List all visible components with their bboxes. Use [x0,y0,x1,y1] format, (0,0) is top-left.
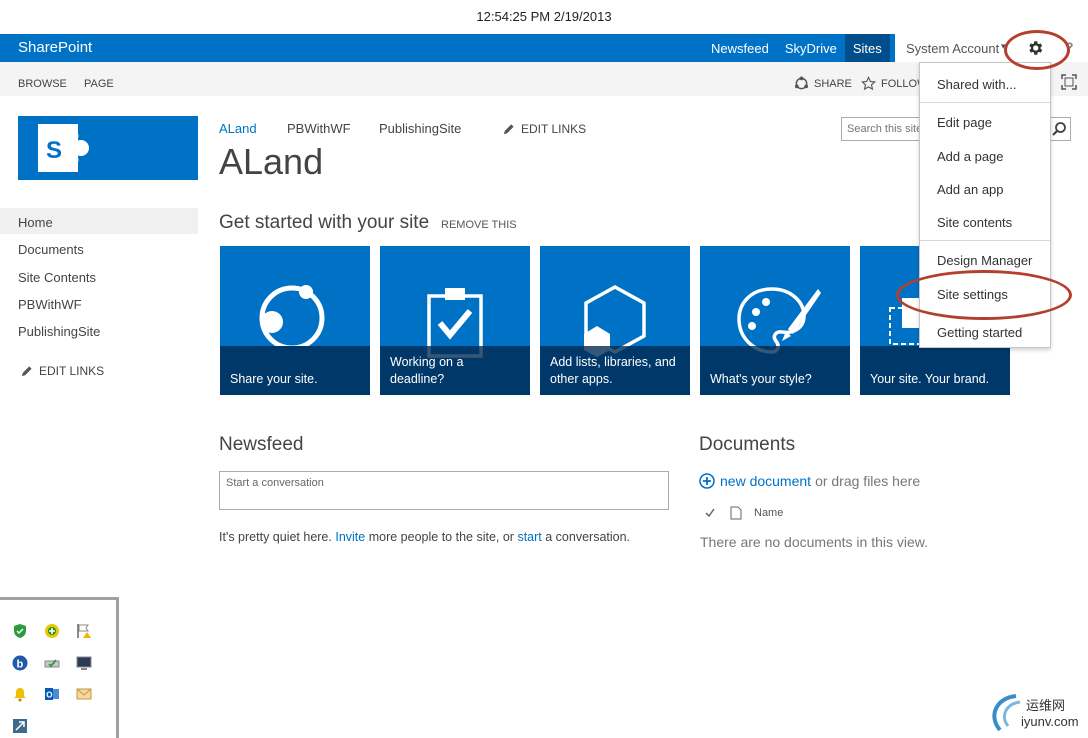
tile-style[interactable]: What's your style? [700,246,850,395]
quiet-text: more people to the site, or [368,530,514,544]
suite-link-sites[interactable]: Sites [844,34,890,62]
newsfeed-heading: Newsfeed [219,434,304,455]
conversation-input[interactable]: Start a conversation [219,471,669,510]
tile-caption: What's your style? [700,346,850,395]
sharepoint-logo-icon: S [38,124,89,172]
name-column-header[interactable]: Name [754,507,783,519]
tab-browse[interactable]: BROWSE [18,78,67,90]
suite-links: Newsfeed SkyDrive Sites [703,34,890,62]
share-button[interactable]: SHARE [794,76,852,91]
document-icon [730,506,742,520]
documents-column-header: Name [704,506,783,520]
edit-links-label: EDIT LINKS [39,364,105,378]
share-icon [259,285,325,346]
menu-separator [920,240,1050,241]
edit-links-label: EDIT LINKS [521,122,587,136]
site-logo[interactable]: S [18,116,198,180]
tile-caption: Your site. Your brand. [860,346,1010,395]
system-tray-panel: b O [0,597,119,738]
invite-link[interactable]: Invite [335,530,365,544]
clipboard-check-icon [427,288,483,358]
check-icon[interactable] [704,507,716,519]
annotation-circle-gear [1004,30,1070,70]
menu-item-site-contents[interactable]: Site contents [937,215,1012,230]
tab-page[interactable]: PAGE [84,78,114,90]
menu-item-add-page[interactable]: Add a page [937,149,1004,164]
menu-item-edit-page[interactable]: Edit page [937,115,992,130]
network-check-icon[interactable] [44,655,60,671]
suite-bar: SharePoint Newsfeed SkyDrive Sites Syste… [0,34,1088,62]
remove-this-link[interactable]: REMOVE THIS [441,219,517,231]
quiet-text: a conversation. [545,530,631,544]
update-icon[interactable] [44,623,60,639]
documents-heading: Documents [699,434,796,455]
hexagon-icon [584,285,646,357]
topnav-item-pbwithwf[interactable]: PBWithWF [287,121,351,136]
page-title: ALand [219,141,324,182]
get-started-heading: Get started with your site [219,212,430,233]
new-document-link[interactable]: new document [720,473,811,489]
bing-icon[interactable]: b [12,655,28,671]
palette-icon [737,287,821,354]
remote-desktop-icon[interactable] [12,718,28,734]
tile-share-site[interactable]: Share your site. [220,246,370,395]
follow-button[interactable]: FOLLOW [861,76,927,91]
star-icon [861,76,876,91]
new-document-row: new document or drag files here [699,473,920,489]
pencil-icon [503,123,514,134]
monitor-icon[interactable] [76,655,92,671]
conversation-placeholder: Start a conversation [226,477,324,489]
add-circle-icon[interactable] [699,473,715,489]
documents-empty-text: There are no documents in this view. [700,534,929,550]
search-icon[interactable] [1051,121,1067,137]
quicklaunch-item-pbwithwf[interactable]: PBWithWF [0,290,198,316]
clock-text: 12:54:25 PM 2/19/2013 [476,9,612,24]
bell-icon[interactable] [12,686,28,702]
quicklaunch-item-publishingsite[interactable]: PublishingSite [0,317,198,343]
watermark-text-en: iyunv.com [1021,714,1079,729]
menu-separator [920,102,1050,103]
pencil-icon [21,365,32,376]
menu-item-design-manager[interactable]: Design Manager [937,253,1032,268]
warning-flag-icon[interactable] [76,623,92,639]
svg-text:O: O [46,691,52,700]
menu-item-getting-started[interactable]: Getting started [937,325,1022,340]
focus-content-icon[interactable] [1061,74,1077,90]
shield-icon[interactable] [12,623,28,639]
menu-item-add-app[interactable]: Add an app [937,182,1004,197]
topnav-item-publishingsite[interactable]: PublishingSite [379,121,461,136]
mail-icon[interactable] [76,686,92,702]
quicklaunch-edit-links[interactable]: EDIT LINKS [20,364,104,378]
tile-deadline[interactable]: Working on a deadline? [380,246,530,395]
annotation-circle-site-settings [896,270,1072,320]
share-label: SHARE [814,77,852,90]
menu-item-shared-with[interactable]: Shared with... [937,77,1017,92]
tile-caption: Add lists, libraries, and other apps. [540,346,690,395]
quicklaunch-item-site-contents[interactable]: Site Contents [0,263,198,289]
quicklaunch-item-documents[interactable]: Documents [0,235,198,261]
start-link[interactable]: start [517,530,541,544]
suite-link-newsfeed[interactable]: Newsfeed [703,34,777,62]
drag-files-text: or drag files here [815,473,921,489]
tile-caption: Share your site. [220,346,370,395]
topnav-item-aland[interactable]: ALand [219,121,257,136]
watermark-text-cn: 运维网 [1026,698,1066,713]
svg-text:S: S [46,137,62,164]
svg-text:b: b [17,659,24,671]
quicklaunch-item-home[interactable]: Home [0,208,198,234]
newsfeed-empty-text: It's pretty quiet here. Invite more peop… [219,530,630,544]
topnav-edit-links[interactable]: EDIT LINKS [502,122,586,136]
share-icon [794,76,809,90]
tile-add-apps[interactable]: Add lists, libraries, and other apps. [540,246,690,395]
quiet-text: It's pretty quiet here. [219,530,332,544]
tile-caption: Working on a deadline? [380,346,530,395]
outlook-icon[interactable]: O [44,686,60,702]
sharepoint-brand[interactable]: SharePoint [18,39,92,56]
user-menu[interactable]: System Account [906,41,999,56]
suite-link-skydrive[interactable]: SkyDrive [777,34,845,62]
